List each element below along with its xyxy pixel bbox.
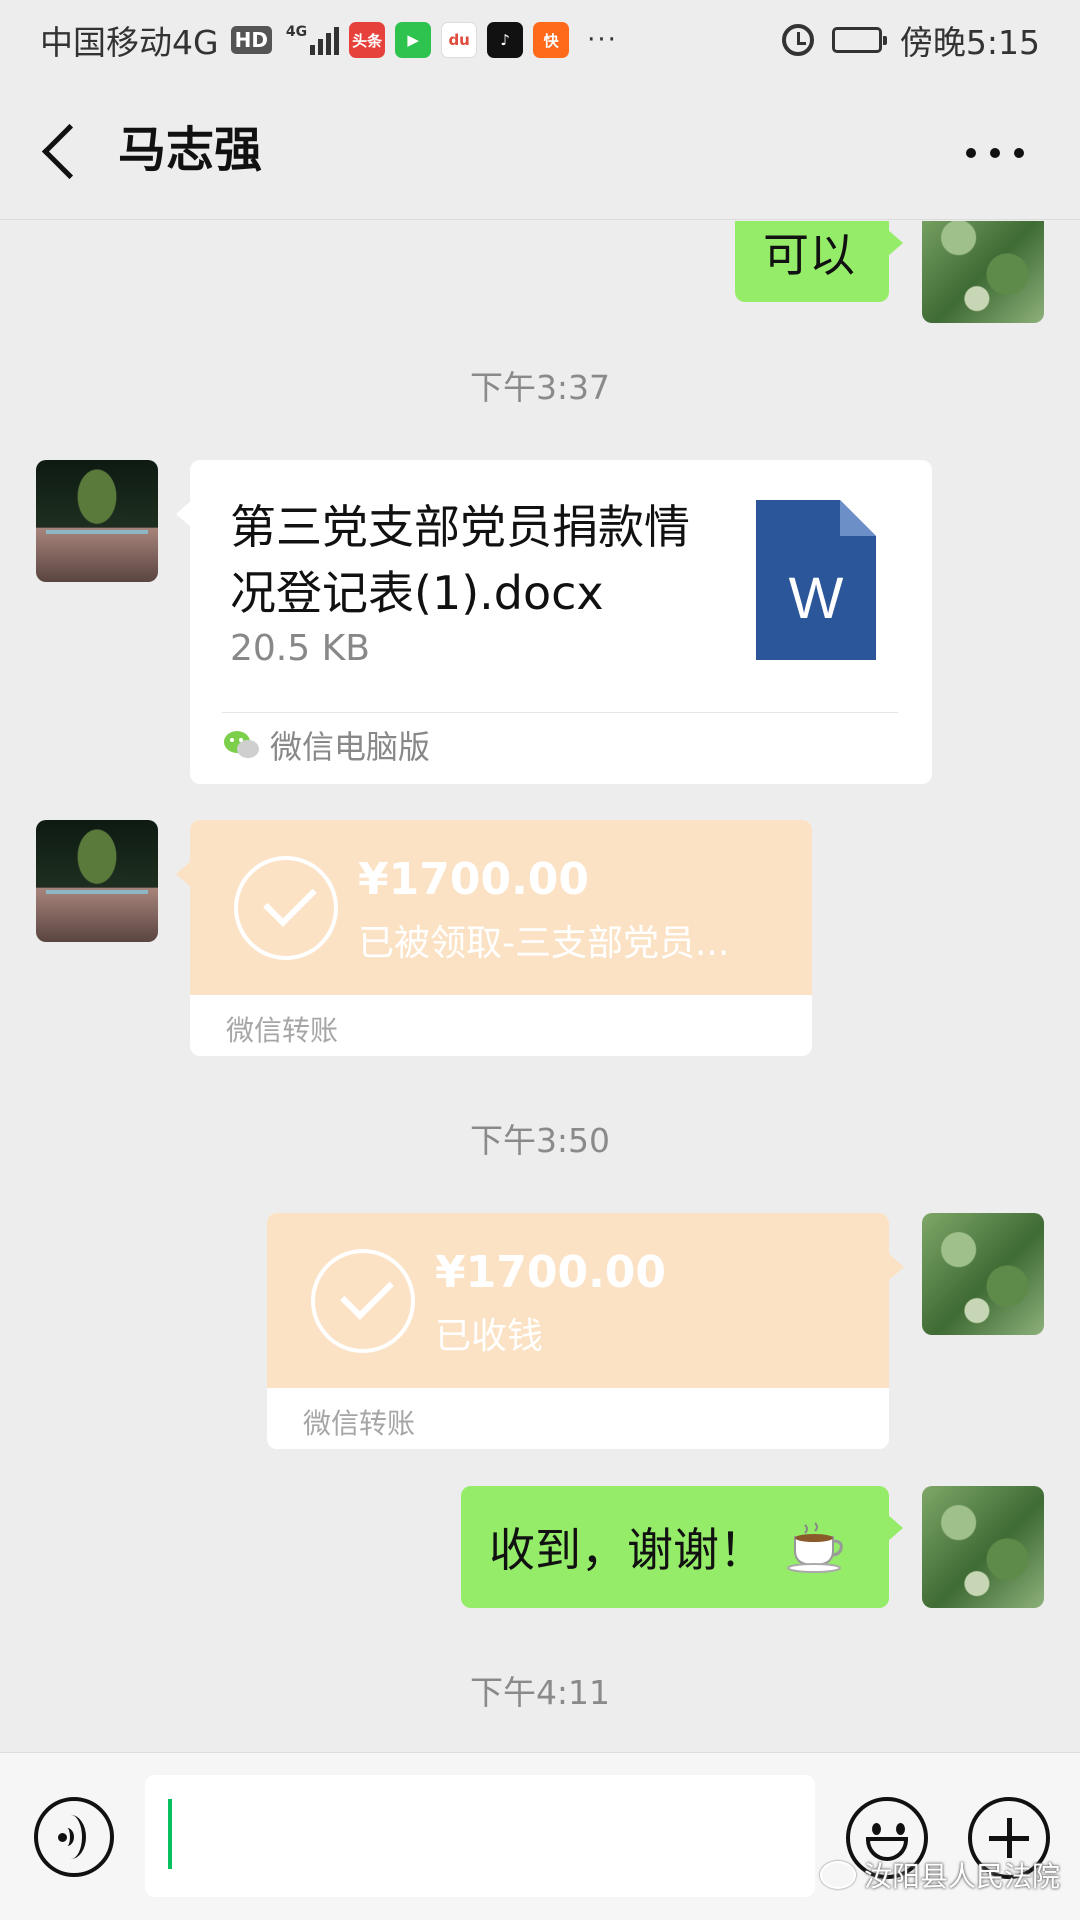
status-right: 傍晚5:15 [781,16,1040,64]
transfer-label: 微信转账 [303,1407,416,1440]
timestamp: 下午3:50 [469,1121,611,1160]
transfer-amount: ¥1700.00 [358,854,590,905]
self-avatar[interactable] [922,221,1044,323]
check-circle-icon [234,856,338,960]
network-type-label: 4G [285,24,308,40]
status-left: 中国移动4G HD 4G 头条 ▶ du ♪ 快 ··· [40,16,618,64]
check-circle-icon [311,1249,415,1353]
outgoing-text-bubble[interactable]: 收到，谢谢！ [461,1486,903,1608]
timestamp: 下午3:37 [469,368,611,407]
message-list[interactable]: 可以 下午3:37 第三党支部党员捐款情况登记表(1).docx 20.5 KB… [0,221,1080,1751]
video-icon: ▶ [395,22,432,58]
kuaishou-icon: 快 [533,22,570,58]
watermark-text: 汝阳县人民法院 [864,1860,1061,1893]
chat-header: 马志强 [0,80,1080,220]
wechat-watermark-icon [820,1861,856,1889]
carrier-label: 中国移动4G [40,23,219,62]
word-icon-letter: W [789,566,844,631]
hd-badge: HD [230,26,272,54]
timestamp: 下午4:11 [469,1673,611,1712]
word-document-icon: W [756,500,876,660]
transfer-label: 微信转账 [226,1014,339,1047]
more-notifications-icon: ··· [587,25,618,55]
contact-avatar[interactable] [36,820,158,942]
message-text: 可以 [763,227,855,282]
more-menu-icon[interactable] [960,138,1030,168]
back-icon[interactable] [40,122,100,182]
divider [222,712,898,713]
message-text: 收到，谢谢！ [489,1523,765,1577]
battery-icon [831,27,887,53]
self-avatar[interactable] [922,1213,1044,1335]
message-input[interactable] [145,1775,815,1897]
transfer-amount: ¥1700.00 [435,1247,667,1298]
watermark: 汝阳县人民法院 [820,1855,1060,1895]
status-time: 傍晚5:15 [899,23,1040,62]
coffee-emoji-icon [787,1521,845,1573]
transfer-status: 已被领取-三支部党员... [358,923,730,964]
contact-avatar[interactable] [36,460,158,582]
transfer-card-received[interactable]: ¥1700.00 已被领取-三支部党员... 微信转账 [190,820,812,1056]
wechat-pc-icon [222,728,260,762]
alarm-icon [781,24,814,56]
voice-input-icon[interactable] [34,1797,114,1877]
file-message-card[interactable]: 第三党支部党员捐款情况登记表(1).docx 20.5 KB W 微信电脑版 [176,460,932,784]
signal-icon: 4G [285,24,340,55]
outgoing-text-bubble[interactable]: 可以 [735,221,903,302]
transfer-status: 已收钱 [435,1316,544,1357]
file-name: 第三党支部党员捐款情况登记表(1).docx [230,500,690,620]
chat-title: 马志强 [118,122,263,178]
toutiao-icon: 头条 [349,22,386,58]
file-source-label: 微信电脑版 [270,728,431,766]
transfer-card-sent[interactable]: ¥1700.00 已收钱 微信转账 [267,1213,889,1449]
baidu-map-icon: du [441,22,478,58]
file-size: 20.5 KB [230,628,370,669]
text-cursor [168,1799,172,1869]
self-avatar[interactable] [922,1486,1044,1608]
tiktok-icon: ♪ [487,22,524,58]
status-bar: 中国移动4G HD 4G 头条 ▶ du ♪ 快 ··· 傍晚5:15 [0,0,1080,80]
